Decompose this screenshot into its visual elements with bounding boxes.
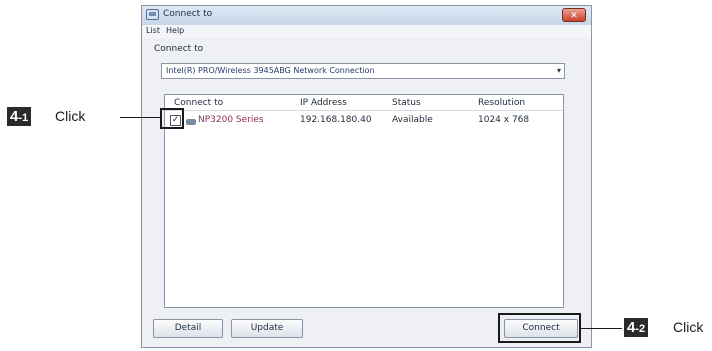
title-bar: Connect to ✕ (142, 6, 591, 26)
chevron-down-icon: ▾ (556, 66, 561, 75)
device-ip: 192.168.180.40 (300, 115, 372, 125)
network-adapter-value: Intel(R) PRO/Wireless 3945ABG Network Co… (166, 66, 375, 75)
step-2-click-text: Click (673, 319, 704, 335)
column-header-status[interactable]: Status (392, 98, 421, 108)
checkbox-highlight (160, 108, 184, 129)
connect-to-label: Connect to (154, 44, 204, 54)
projector-list[interactable]: Connect to IP Address Status Resolution … (164, 94, 564, 308)
projector-app-icon (146, 9, 159, 20)
step-badge-sub: -1 (18, 112, 29, 124)
connect-button-highlight (498, 313, 581, 343)
step-badge-4-2: 4-2 (624, 318, 649, 337)
detail-button[interactable]: Detail (153, 319, 223, 338)
window-title: Connect to (163, 9, 213, 19)
column-header-connect-to[interactable]: Connect to (174, 98, 223, 108)
close-icon: ✕ (570, 11, 578, 21)
menu-list[interactable]: List (146, 26, 160, 35)
update-button[interactable]: Update (231, 319, 303, 338)
projector-icon (186, 119, 196, 125)
connect-to-window: Connect to ✕ List Help Connect to Intel(… (141, 5, 592, 348)
menu-bar: List Help (142, 25, 591, 38)
close-button[interactable]: ✕ (562, 8, 586, 22)
step-badge-sub: -2 (635, 323, 646, 335)
step-1-click-text: Click (55, 108, 86, 124)
device-name: NP3200 Series (198, 115, 264, 125)
callout-line-step-2 (581, 328, 622, 329)
column-header-resolution[interactable]: Resolution (478, 98, 525, 108)
menu-help[interactable]: Help (166, 26, 184, 35)
network-adapter-dropdown[interactable]: Intel(R) PRO/Wireless 3945ABG Network Co… (161, 63, 565, 79)
callout-line-step-1 (120, 117, 160, 118)
column-header-ip-address[interactable]: IP Address (300, 98, 347, 108)
device-status: Available (392, 115, 433, 125)
header-divider (165, 110, 563, 111)
device-resolution: 1024 x 768 (478, 115, 530, 125)
step-badge-4-1: 4-1 (7, 107, 32, 126)
